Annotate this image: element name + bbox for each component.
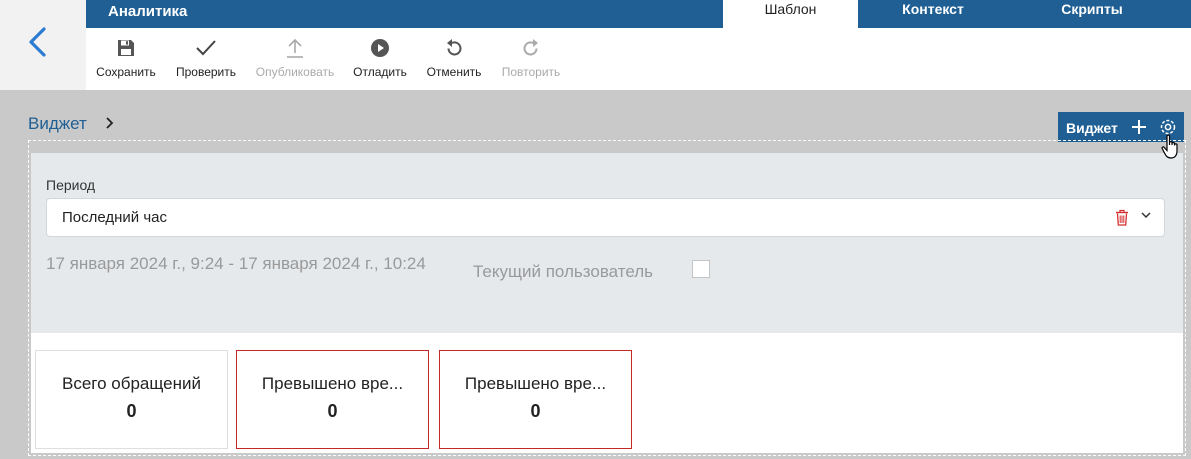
undo-label: Отменить: [426, 65, 482, 79]
tab-scripts[interactable]: Скрипты: [1008, 0, 1176, 28]
back-arrow-icon: [29, 27, 46, 57]
trash-icon[interactable]: [1115, 209, 1129, 226]
period-select[interactable]: Последний час: [46, 198, 1165, 237]
chevron-right-icon: [106, 117, 114, 129]
debug-button[interactable]: Отладить: [350, 36, 410, 79]
tab-context-label: Контекст: [902, 1, 964, 17]
toolbar: Сохранить Проверить Опубликовать Отладит…: [86, 28, 1191, 90]
plus-icon[interactable]: [1130, 118, 1148, 136]
tab-context[interactable]: Контекст: [858, 0, 1008, 28]
widget-label[interactable]: Виджет: [1066, 120, 1118, 136]
title-bar: Аналитика Шаблон Контекст Скрипты: [86, 0, 1191, 28]
undo-button[interactable]: Отменить: [424, 36, 484, 79]
card-value: 0: [327, 401, 338, 421]
breadcrumb-widget[interactable]: Виджет: [28, 114, 87, 134]
save-label: Сохранить: [96, 65, 156, 79]
top-bar: Аналитика Шаблон Контекст Скрипты Сохран…: [0, 0, 1191, 90]
tab-scripts-label: Скрипты: [1061, 1, 1123, 17]
card-value: 0: [530, 401, 541, 421]
card-value: 0: [126, 401, 137, 421]
play-circle-icon: [371, 39, 389, 57]
tab-template-label: Шаблон: [764, 1, 817, 17]
tab-template[interactable]: Шаблон: [723, 0, 858, 28]
period-value: Последний час: [62, 209, 168, 226]
floppy-disk-icon: [118, 40, 134, 56]
save-button[interactable]: Сохранить: [94, 36, 158, 79]
card-title: Превышено вре...: [464, 374, 607, 393]
check-label: Проверить: [175, 65, 236, 79]
card-total-requests[interactable]: Всего обращений 0: [35, 350, 228, 449]
hand-cursor-icon: [1161, 134, 1178, 159]
undo-icon: [447, 39, 462, 56]
back-button[interactable]: [0, 0, 86, 90]
card-title: Всего обращений: [61, 374, 202, 393]
redo-button[interactable]: Повторить: [498, 36, 564, 79]
filter-panel: [31, 153, 1183, 333]
upload-icon: [287, 38, 303, 58]
chevron-down-icon[interactable]: [1140, 210, 1152, 220]
redo-icon: [523, 39, 538, 56]
date-range: 17 января 2024 г., 9:24 - 17 января 2024…: [46, 254, 426, 273]
debug-label: Отладить: [353, 65, 407, 79]
card-time-exceeded-2[interactable]: Превышено вре... 0: [439, 350, 632, 449]
app-title: Аналитика: [108, 3, 188, 20]
card-title: Превышено вре...: [261, 374, 404, 393]
card-time-exceeded-1[interactable]: Превышено вре... 0: [236, 350, 429, 449]
current-user-label: Текущий пользователь: [473, 262, 654, 281]
current-user-checkbox[interactable]: [692, 260, 710, 278]
publish-button[interactable]: Опубликовать: [254, 36, 336, 79]
publish-label: Опубликовать: [255, 65, 335, 79]
redo-label: Повторить: [501, 65, 561, 79]
checkmark-icon: [196, 40, 216, 56]
period-label: Период: [46, 177, 96, 193]
check-button[interactable]: Проверить: [172, 36, 240, 79]
